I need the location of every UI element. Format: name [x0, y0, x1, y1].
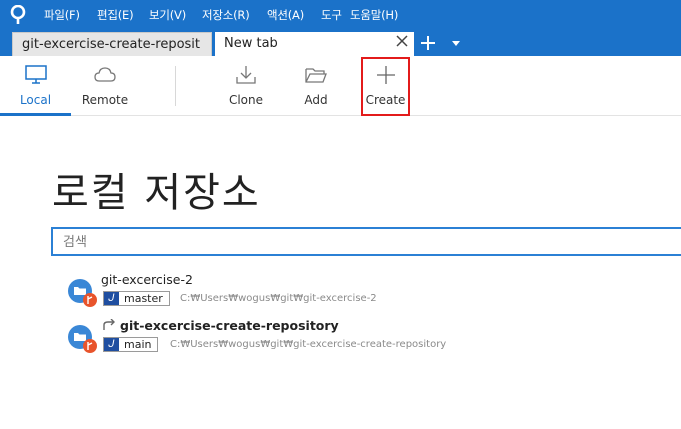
menu-tools[interactable]: 도구 — [321, 7, 342, 23]
repo-list-item[interactable]: git-excercise-create-repository ᒍ main C… — [68, 318, 668, 358]
page-title: 로컬 저장소 — [52, 170, 261, 216]
branch-name: main — [124, 338, 152, 351]
repository-folder-icon — [68, 279, 97, 307]
branch-badge: ᒍ master — [103, 291, 170, 306]
tab-new[interactable]: New tab — [215, 32, 414, 56]
repo-path: C:₩Users₩wogus₩git₩git-excercise-create-… — [170, 339, 447, 350]
remote-label: Remote — [81, 93, 129, 107]
menu-file[interactable]: 파일(F) — [44, 7, 80, 23]
branch-icon: ᒍ — [104, 338, 119, 351]
repo-name: git-excercise-2 — [101, 272, 193, 287]
add-label: Add — [304, 93, 328, 107]
menu-actions[interactable]: 액션(A) — [267, 7, 304, 23]
folder-open-icon — [305, 68, 327, 83]
tab-list-chevron-down-icon[interactable] — [452, 41, 460, 46]
sourcetree-logo-icon — [10, 5, 26, 24]
repo-list-item[interactable]: git-excercise-2 ᒍ master C:₩Users₩wogus₩… — [68, 272, 668, 312]
branch-icon: ᒍ — [104, 292, 119, 305]
tab-bar: git-excercise-create-reposit New tab — [0, 30, 681, 56]
clone-label: Clone — [228, 93, 264, 107]
search-input[interactable] — [63, 233, 623, 251]
menu-bar: 파일(F) 편집(E) 보기(V) 저장소(R) 액션(A) 도구 도움말(H) — [0, 0, 681, 30]
cloud-icon — [94, 67, 116, 82]
clone-button[interactable]: Clone — [220, 56, 272, 116]
repository-folder-icon — [68, 325, 97, 353]
monitor-icon — [24, 65, 47, 84]
add-tab-icon[interactable] — [419, 34, 437, 52]
active-tab-indicator — [0, 113, 71, 116]
branch-badge: ᒍ main — [103, 337, 159, 352]
local-label: Local — [19, 93, 52, 107]
remote-button[interactable]: Remote — [72, 56, 138, 116]
create-highlight-box — [361, 57, 410, 116]
menu-repository[interactable]: 저장소(R) — [202, 7, 250, 23]
add-button[interactable]: Add — [292, 56, 340, 116]
local-button[interactable]: Local — [0, 56, 71, 116]
menu-help[interactable]: 도움말(H) — [350, 7, 398, 23]
repo-name: git-excercise-create-repository — [120, 318, 339, 333]
tab-repository[interactable]: git-excercise-create-reposit — [12, 32, 212, 56]
close-tab-icon[interactable] — [395, 34, 409, 48]
search-box[interactable] — [51, 227, 681, 256]
menu-view[interactable]: 보기(V) — [149, 7, 186, 23]
branch-name: master — [124, 292, 163, 305]
repo-path: C:₩Users₩wogus₩git₩git-excercise-2 — [180, 293, 377, 304]
redirect-arrow-icon — [103, 319, 115, 330]
download-icon — [236, 66, 256, 84]
toolbar: Local Remote Clone Add Create — [0, 56, 681, 116]
menu-edit[interactable]: 편집(E) — [97, 7, 134, 23]
toolbar-divider — [175, 66, 176, 106]
